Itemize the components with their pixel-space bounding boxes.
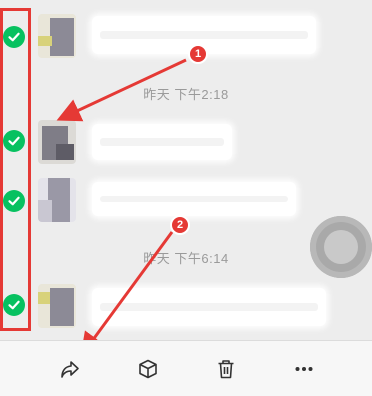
- bottom-action-bar: [0, 340, 372, 396]
- floating-assistive-button[interactable]: [310, 216, 372, 278]
- trash-icon: [218, 360, 234, 379]
- message-timestamp: 昨天 下午2:18: [143, 87, 229, 102]
- box-icon: [139, 359, 157, 379]
- message-bubble[interactable]: [92, 182, 296, 216]
- more-icon: [295, 367, 313, 371]
- selection-highlight-frame: [0, 8, 31, 331]
- forward-button[interactable]: [56, 355, 84, 383]
- delete-button[interactable]: [212, 355, 240, 383]
- annotation-badge: 2: [170, 215, 190, 235]
- avatar[interactable]: [38, 14, 76, 58]
- forward-icon: [61, 361, 79, 378]
- favorite-button[interactable]: [134, 355, 162, 383]
- annotation-badge: 1: [188, 44, 208, 64]
- more-button[interactable]: [290, 355, 318, 383]
- avatar[interactable]: [38, 120, 76, 164]
- avatar[interactable]: [38, 284, 76, 328]
- message-bubble[interactable]: [92, 288, 326, 326]
- chat-area: 昨天 下午2:18 昨天 下午6:14: [0, 0, 372, 340]
- avatar[interactable]: [38, 178, 76, 222]
- message-bubble[interactable]: [92, 124, 232, 160]
